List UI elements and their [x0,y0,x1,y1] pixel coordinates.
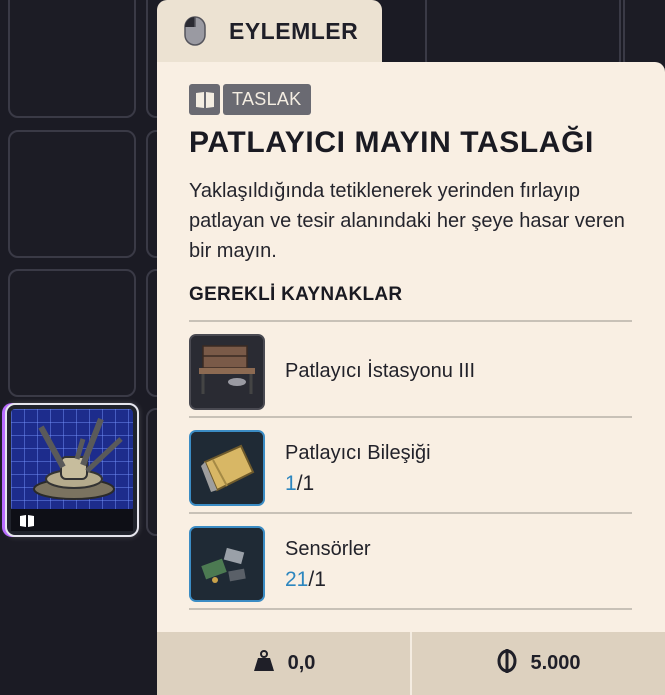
owned-count: 21 [285,568,309,591]
actions-tab[interactable]: EYLEMLER [157,0,382,64]
item-tooltip-panel: TASLAK PATLAYICI MAYIN TASLAĞI Yaklaşıld… [157,62,665,695]
price-value: 5.000 [530,652,581,674]
inventory-slot[interactable] [8,0,136,118]
price-display: 5.000 [412,632,665,695]
divider [189,608,632,610]
requirement-row: Patlayıcı Bileşiği 1/1 [189,416,632,510]
requirements-heading: GEREKLİ KAYNAKLAR [189,284,403,305]
inventory-slot[interactable] [8,130,136,258]
inventory-slot[interactable] [623,0,665,70]
required-count: 1 [314,568,326,591]
coin-icon [496,648,518,679]
item-description: Yaklaşıldığında tetiklenerek yerinden fı… [189,180,625,262]
requirement-count: 1/1 [285,472,314,496]
requirement-row: Patlayıcı İstasyonu III [189,320,632,414]
item-footer: 0,0 5.000 [157,632,665,695]
requirement-name: Patlayıcı Bileşiği [285,442,431,464]
sensors-image [189,526,265,602]
requirement-count: 21/1 [285,568,326,592]
explosive-station-image [189,334,265,410]
owned-count: 1 [285,472,297,495]
requirement-row: Sensörler 21/1 [189,512,632,606]
selected-item-slot[interactable] [5,403,139,537]
requirement-name: Sensörler [285,538,371,560]
required-count: 1 [302,472,315,495]
inventory-slot[interactable] [8,269,136,397]
tab-label: EYLEMLER [229,18,359,44]
category-label: TASLAK [223,84,311,115]
mouse-icon [184,16,206,50]
weight-display: 0,0 [157,632,410,695]
book-icon [189,84,220,115]
slot-footer [11,509,133,531]
requirement-name: Patlayıcı İstasyonu III [285,360,476,382]
explosive-compound-image [189,430,265,506]
book-icon [19,513,35,532]
explosive-mine-image [11,409,133,511]
weight-value: 0,0 [287,652,316,674]
category-badge: TASLAK [189,84,311,115]
weight-icon [252,649,276,679]
inventory-slot[interactable] [425,0,621,70]
item-title: PATLAYICI MAYIN TASLAĞI [189,126,594,159]
